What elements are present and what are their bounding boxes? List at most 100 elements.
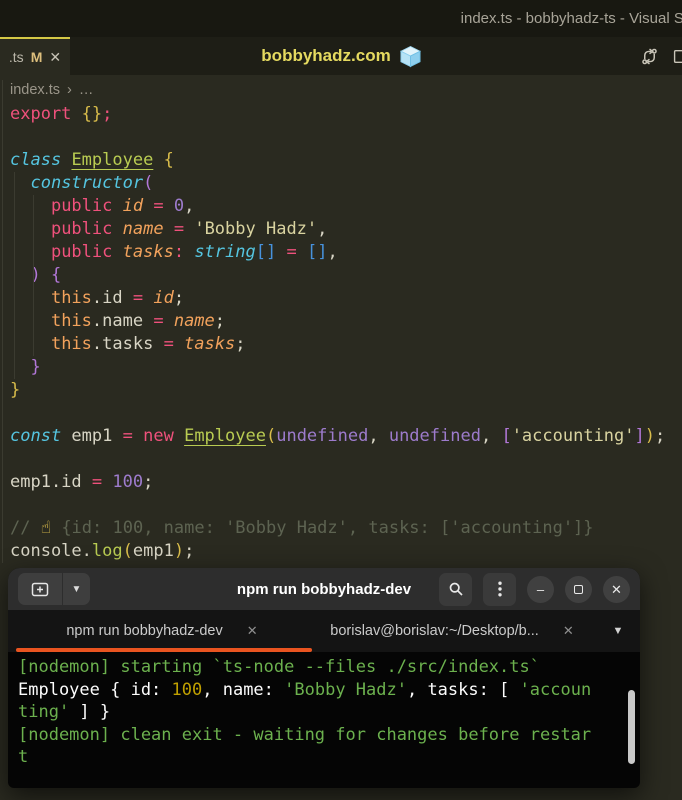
code-line: } (10, 356, 682, 379)
token: = (153, 196, 164, 216)
token: 'accoun (519, 679, 592, 700)
token: export (10, 104, 72, 124)
code-line: constructor( (10, 172, 682, 195)
breadcrumb-file[interactable]: index.ts (10, 82, 60, 98)
window-title: index.ts - bobbyhadz-ts - Visual St (460, 10, 682, 27)
new-tab-dropdown[interactable]: ▼ (63, 573, 90, 605)
kebab-menu-icon (497, 581, 502, 597)
breadcrumb-separator-icon: › (66, 82, 72, 98)
code-line: // ☝ {id: 100, name: 'Bobby Hadz', tasks… (10, 517, 682, 540)
code-line: const emp1 = new Employee(undefined, und… (10, 425, 682, 448)
terminal-tab-borislav[interactable]: borislav@borislav:~/Desktop/b... ✕ (316, 610, 588, 652)
new-tab-icon (31, 582, 49, 596)
open-changes-icon[interactable] (640, 47, 659, 66)
terminal-window: ▼ npm run bobbyhadz-dev – ✕ npm run bobb… (8, 568, 640, 788)
token: public (50, 242, 113, 262)
editor-actions (640, 37, 682, 75)
token: [ (501, 426, 512, 446)
tab-close-icon[interactable]: ✕ (49, 50, 61, 64)
code-line: public tasks: string[] = [], (10, 241, 682, 264)
token: log (91, 541, 123, 561)
terminal-output[interactable]: [nodemon] starting `ts-node --files ./sr… (8, 652, 640, 769)
token: Employee (184, 426, 266, 446)
code-line: public name = 'Bobby Hadz', (10, 218, 682, 241)
token: = (173, 219, 185, 239)
menu-button[interactable] (483, 572, 516, 606)
token: [nodemon] clean exit - waiting for chang… (18, 724, 592, 745)
close-icon: ✕ (611, 581, 622, 597)
terminal-actions: – ✕ (439, 572, 630, 606)
terminal-scrollbar[interactable] (628, 690, 635, 764)
token: , (327, 242, 338, 262)
token: ) (173, 541, 185, 561)
terminal-tab-npm-run[interactable]: npm run bobbyhadz-dev ✕ (8, 610, 316, 652)
token: {id: 100, name: 'Bobby Hadz', tasks: ['a… (51, 518, 594, 538)
terminal-tab-label: npm run bobbyhadz-dev (66, 623, 223, 639)
token: ; (214, 311, 226, 331)
search-button[interactable] (439, 572, 472, 606)
minimize-icon: – (536, 581, 545, 597)
tab-close-icon[interactable]: ✕ (563, 623, 574, 639)
token: ( (143, 173, 154, 193)
indent-guide (33, 195, 34, 356)
token: [nodemon] starting `ts-node --files ./sr… (18, 657, 540, 677)
editor-tab-index-ts[interactable]: .ts M ✕ (0, 37, 70, 75)
split-editor-icon[interactable] (673, 48, 682, 65)
maximize-button[interactable] (565, 575, 592, 603)
chevron-down-icon: ▼ (71, 583, 82, 595)
tabs-dropdown[interactable]: ▼ (596, 610, 640, 652)
token: name (122, 219, 164, 239)
vscode-window: index.ts - bobbyhadz-ts - Visual St .ts … (0, 0, 682, 800)
token: // (10, 518, 41, 538)
tab-close-icon[interactable]: ✕ (247, 623, 258, 639)
token: 'accounting' (511, 426, 635, 446)
window-titlebar: index.ts - bobbyhadz-ts - Visual St (0, 0, 682, 37)
terminal-header[interactable]: ▼ npm run bobbyhadz-dev – ✕ (8, 568, 640, 610)
token: ☝ (40, 518, 52, 538)
code-editor[interactable]: export {}; class Employee { constructor(… (0, 103, 682, 563)
terminal-line: Employee { id: 100, name: 'Bobby Hadz', … (18, 679, 630, 702)
gutter-edge-line (2, 80, 3, 563)
breadcrumb-more[interactable]: … (79, 82, 94, 98)
token: emp1.id (10, 472, 92, 492)
new-tab-group: ▼ (18, 573, 90, 605)
chevron-down-icon: ▼ (612, 625, 624, 637)
new-tab-button[interactable] (18, 573, 62, 605)
token: const (10, 426, 62, 446)
code-line: console.log(emp1); (10, 540, 682, 563)
breadcrumb[interactable]: index.ts › … (0, 77, 682, 103)
token: 100 (171, 679, 203, 700)
terminal-line: [nodemon] starting `ts-node --files ./sr… (18, 656, 630, 679)
terminal-line: t (18, 746, 630, 769)
token: 100 (112, 472, 144, 492)
minimize-button[interactable]: – (527, 575, 554, 603)
terminal-line: ting' ] } (18, 701, 630, 724)
token: t (18, 747, 29, 767)
token: public (50, 196, 113, 216)
token: .id (91, 288, 133, 308)
token: string (194, 242, 256, 262)
modified-badge: M (30, 49, 43, 65)
code-line: this.id = id; (10, 287, 682, 310)
token: [] (255, 242, 277, 262)
token: public (50, 219, 113, 239)
code-line: emp1.id = 100; (10, 471, 682, 494)
token: , name: (202, 679, 285, 700)
code-line: this.name = name; (10, 310, 682, 333)
token: : (173, 242, 185, 262)
token: tasks (184, 334, 236, 354)
token: = (153, 311, 164, 331)
close-button[interactable]: ✕ (603, 575, 630, 603)
